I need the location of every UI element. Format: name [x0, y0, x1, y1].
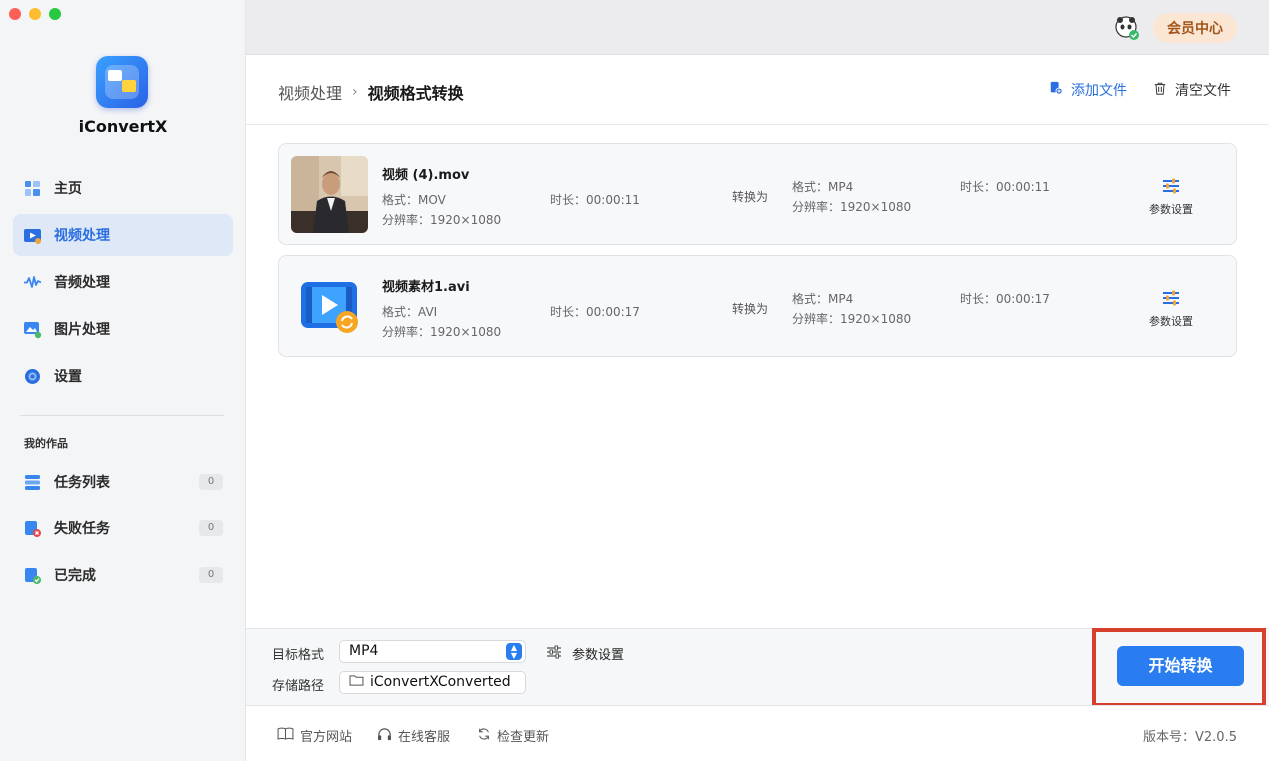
sidebar-item-label: 设置 — [54, 369, 82, 385]
file-name: 视频素材1.avi — [382, 280, 470, 295]
sidebar-item-label: 图片处理 — [54, 322, 110, 338]
add-file-button[interactable]: 添加文件 — [1049, 80, 1127, 100]
sliders-icon — [1161, 289, 1181, 307]
sidebar: iConvertX 主页 视频处理 音频处理 图片处理 设置 我的作品 任务列表… — [0, 0, 246, 761]
sidebar-item-label: 任务列表 — [54, 475, 110, 491]
global-param-settings-button[interactable]: 参数设置 — [546, 644, 624, 663]
param-settings-label: 参数设置 — [572, 648, 625, 663]
sidebar-item-home[interactable]: 主页 — [13, 167, 233, 209]
sidebar-item-completed[interactable]: 已完成 0 — [13, 554, 233, 596]
save-path-value: iConvertXConverted — [370, 674, 511, 690]
user-avatar[interactable] — [1114, 15, 1140, 41]
minimize-window-button[interactable] — [29, 8, 41, 20]
sidebar-item-label: 音频处理 — [54, 275, 110, 291]
breadcrumb-separator: › — [352, 84, 358, 100]
top-bar: 会员中心 — [246, 0, 1269, 55]
count-badge: 0 — [199, 520, 223, 536]
sidebar-item-settings[interactable]: 设置 — [13, 355, 233, 397]
sliders-icon — [1161, 177, 1181, 195]
audio-wave-icon — [23, 273, 42, 292]
file-card[interactable]: 视频素材1.avi 格式：AVI 分辨率：1920×1080 时长：00:00:… — [278, 255, 1237, 357]
select-stepper-icon: ▲ ▼ — [506, 643, 522, 660]
sliders-icon — [546, 645, 562, 663]
page-header: 视频处理 › 视频格式转换 添加文件 清空文件 — [246, 55, 1269, 125]
vip-center-button[interactable]: 会员中心 — [1153, 13, 1237, 43]
param-settings-label: 参数设置 — [1149, 203, 1193, 216]
target-format: 格式：MP4 — [792, 180, 854, 194]
sidebar-item-task-list[interactable]: 任务列表 0 — [13, 461, 233, 503]
gear-icon — [23, 367, 42, 386]
window-controls — [9, 8, 61, 20]
video-icon — [23, 226, 42, 245]
save-path-label: 存储路径 — [272, 679, 325, 694]
online-support-label: 在线客服 — [398, 730, 451, 745]
app-logo — [96, 56, 148, 108]
book-icon — [277, 727, 294, 744]
folder-icon — [349, 672, 364, 693]
source-duration: 时长：00:00:17 — [550, 305, 640, 319]
footer: 官方网站 在线客服 检查更新 版本号：V2.0.5 — [246, 705, 1269, 761]
source-format: 格式：AVI — [382, 305, 438, 319]
video-file-icon — [291, 268, 368, 345]
param-settings-button[interactable]: 参数设置 — [1141, 289, 1201, 329]
param-settings-label: 参数设置 — [1149, 315, 1193, 328]
target-format: 格式：MP4 — [792, 292, 854, 306]
target-format-label: 目标格式 — [272, 648, 325, 663]
clear-files-button[interactable]: 清空文件 — [1153, 80, 1231, 100]
check-update-link[interactable]: 检查更新 — [477, 726, 549, 745]
refresh-icon — [477, 727, 491, 745]
sidebar-item-audio[interactable]: 音频处理 — [13, 261, 233, 303]
add-file-icon — [1049, 81, 1063, 99]
sidebar-divider — [20, 415, 224, 416]
video-thumbnail — [291, 156, 368, 233]
sidebar-item-label: 已完成 — [54, 568, 96, 584]
failed-task-icon — [23, 519, 42, 538]
target-resolution: 分辨率：1920×1080 — [792, 312, 912, 326]
count-badge: 0 — [199, 474, 223, 490]
official-website-label: 官方网站 — [300, 730, 353, 745]
version-label: 版本号：V2.0.5 — [1143, 730, 1237, 745]
image-icon — [23, 320, 42, 339]
source-resolution: 分辨率：1920×1080 — [382, 213, 502, 227]
section-label-my-works: 我的作品 — [24, 437, 68, 450]
target-duration: 时长：00:00:17 — [960, 292, 1050, 306]
home-icon — [23, 179, 42, 198]
sidebar-item-label: 视频处理 — [54, 228, 110, 244]
source-resolution: 分辨率：1920×1080 — [382, 325, 502, 339]
add-file-label: 添加文件 — [1071, 83, 1127, 99]
save-path-field[interactable]: iConvertXConverted — [339, 671, 526, 694]
page-title: 视频格式转换 — [367, 84, 464, 103]
file-name: 视频 (4).mov — [382, 168, 470, 183]
task-list-icon — [23, 473, 42, 492]
close-window-button[interactable] — [9, 8, 21, 20]
headset-icon — [377, 727, 392, 745]
sidebar-item-label: 失败任务 — [54, 521, 110, 537]
file-card[interactable]: 视频 (4).mov 格式：MOV 分辨率：1920×1080 时长：00:00… — [278, 143, 1237, 245]
sidebar-item-failed[interactable]: 失败任务 0 — [13, 507, 233, 549]
convert-to-label: 转换为 — [732, 302, 769, 316]
breadcrumb: 视频处理 › 视频格式转换 — [278, 80, 464, 104]
convert-to-label: 转换为 — [732, 190, 769, 204]
trash-icon — [1153, 81, 1167, 100]
clear-file-label: 清空文件 — [1175, 83, 1231, 99]
target-resolution: 分辨率：1920×1080 — [792, 200, 912, 214]
param-settings-button[interactable]: 参数设置 — [1141, 177, 1201, 217]
check-update-label: 检查更新 — [497, 730, 550, 745]
breadcrumb-parent[interactable]: 视频处理 — [278, 80, 342, 104]
app-name: iConvertX — [78, 117, 168, 136]
sidebar-item-video[interactable]: 视频处理 — [13, 214, 233, 256]
start-convert-button[interactable]: 开始转换 — [1117, 646, 1244, 686]
target-format-value: MP4 — [349, 643, 379, 659]
completed-icon — [23, 566, 42, 585]
source-format: 格式：MOV — [382, 193, 446, 207]
target-format-select[interactable]: MP4 ▲ ▼ — [339, 640, 526, 663]
sidebar-item-image[interactable]: 图片处理 — [13, 308, 233, 350]
source-duration: 时长：00:00:11 — [550, 193, 640, 207]
target-duration: 时长：00:00:11 — [960, 180, 1050, 194]
official-website-link[interactable]: 官方网站 — [277, 726, 352, 745]
sidebar-item-label: 主页 — [54, 181, 82, 197]
online-support-link[interactable]: 在线客服 — [377, 726, 450, 745]
count-badge: 0 — [199, 567, 223, 583]
maximize-window-button[interactable] — [49, 8, 61, 20]
